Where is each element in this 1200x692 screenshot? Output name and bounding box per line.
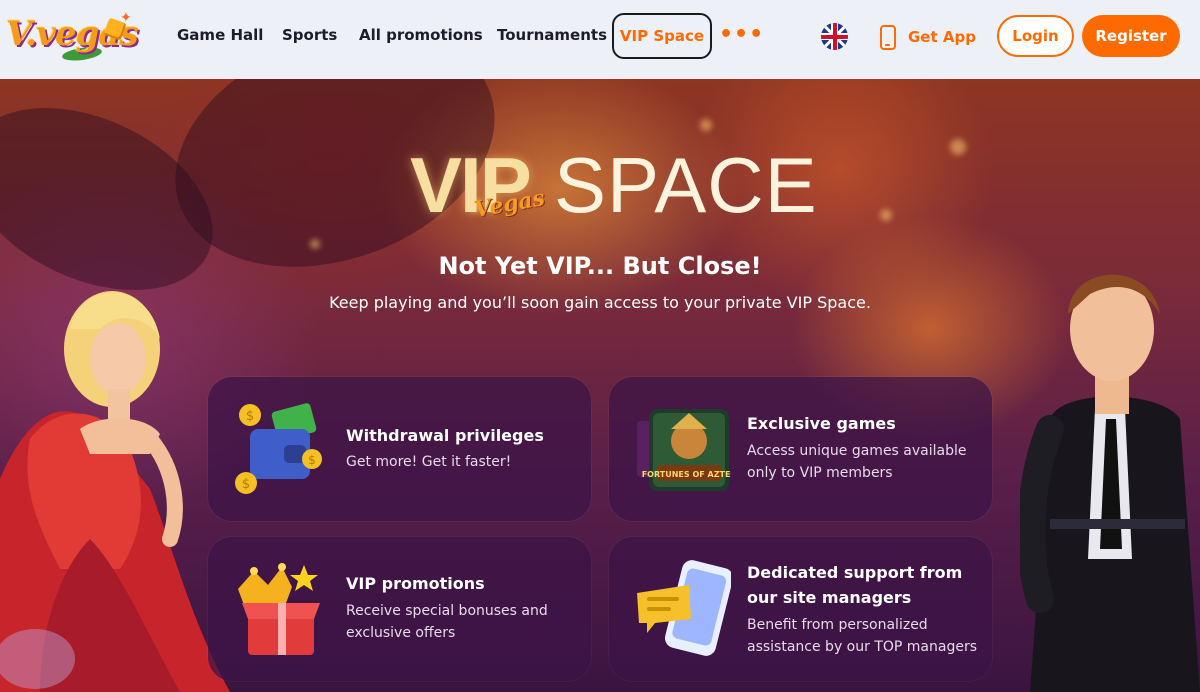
vip-space-logo: VIP SPACE Vegas [410, 145, 817, 235]
benefit-card-vip-promotions: VIP promotions Receive special bonuses a… [208, 537, 591, 681]
gift-box-crown-icon [238, 563, 320, 655]
card-description-line-2: only to VIP members [747, 465, 893, 481]
phone-chat-icon [637, 560, 731, 656]
light-bokeh-decoration [950, 139, 966, 155]
card-title-line-1: Dedicated support from [747, 563, 963, 582]
vip-hero-banner: VIP SPACE Vegas Not Yet VIP... But Close… [0, 79, 1200, 692]
mobile-phone-icon [880, 24, 896, 50]
top-header: V.vegas ✦ Game Hall Sports All promotion… [0, 0, 1200, 79]
logo-space-word: SPACE [554, 141, 818, 229]
nav-vip-space[interactable]: VIP Space [612, 13, 712, 59]
nav-vip-space-label: VIP Space [619, 27, 705, 45]
game-thumbnail-icon: FORTUNES OF AZTEC [637, 409, 731, 491]
logo-star-icon: ✦ [120, 10, 132, 26]
get-app-label: Get App [908, 28, 976, 46]
man-character-illustration [1020, 274, 1200, 692]
nav-game-hall[interactable]: Game Hall [177, 26, 263, 44]
nav-sports[interactable]: Sports [282, 26, 337, 44]
get-app-link[interactable]: Get App [880, 23, 976, 51]
more-menu-button[interactable]: ••• [719, 22, 764, 47]
register-label: Register [1095, 27, 1167, 45]
game-title-label: FORTUNES OF AZTEC [642, 470, 731, 479]
card-description-line-1: Access unique games available [747, 443, 967, 459]
card-title-line-2: our site managers [747, 588, 912, 607]
site-logo[interactable]: V.vegas ✦ [2, 8, 144, 66]
light-bokeh-decoration [310, 239, 320, 249]
card-title: Withdrawal privileges [346, 426, 544, 445]
benefit-card-dedicated-support: Dedicated support from our site managers… [609, 537, 992, 681]
login-label: Login [1012, 27, 1059, 45]
card-description-line-1: Receive special bonuses and [346, 603, 548, 619]
wallet-coins-icon: $ $ $ [235, 403, 322, 494]
card-description-line-2: assistance by our TOP managers [747, 639, 978, 655]
benefit-card-withdrawal: $ $ $ Withdrawal privileges Get more! Ge… [208, 377, 591, 521]
card-description-line-1: Benefit from personalized [747, 617, 928, 633]
svg-text:$: $ [246, 409, 254, 424]
svg-text:$: $ [308, 453, 316, 467]
woman-character-illustration [0, 291, 230, 692]
login-button[interactable]: Login [997, 15, 1074, 57]
card-description: Get more! Get it faster! [346, 454, 512, 470]
benefit-card-exclusive-games: FORTUNES OF AZTEC Exclusive games Access… [609, 377, 992, 521]
svg-text:$: $ [242, 477, 250, 492]
nav-all-promotions[interactable]: All promotions [359, 26, 483, 44]
light-bokeh-decoration [880, 209, 892, 221]
card-title: VIP promotions [346, 574, 485, 593]
light-bokeh-decoration [700, 119, 712, 131]
register-button[interactable]: Register [1082, 15, 1180, 57]
card-title: Exclusive games [747, 414, 896, 433]
uk-flag-icon[interactable] [821, 23, 848, 50]
card-description-line-2: exclusive offers [346, 625, 456, 641]
nav-tournaments[interactable]: Tournaments [497, 26, 607, 44]
